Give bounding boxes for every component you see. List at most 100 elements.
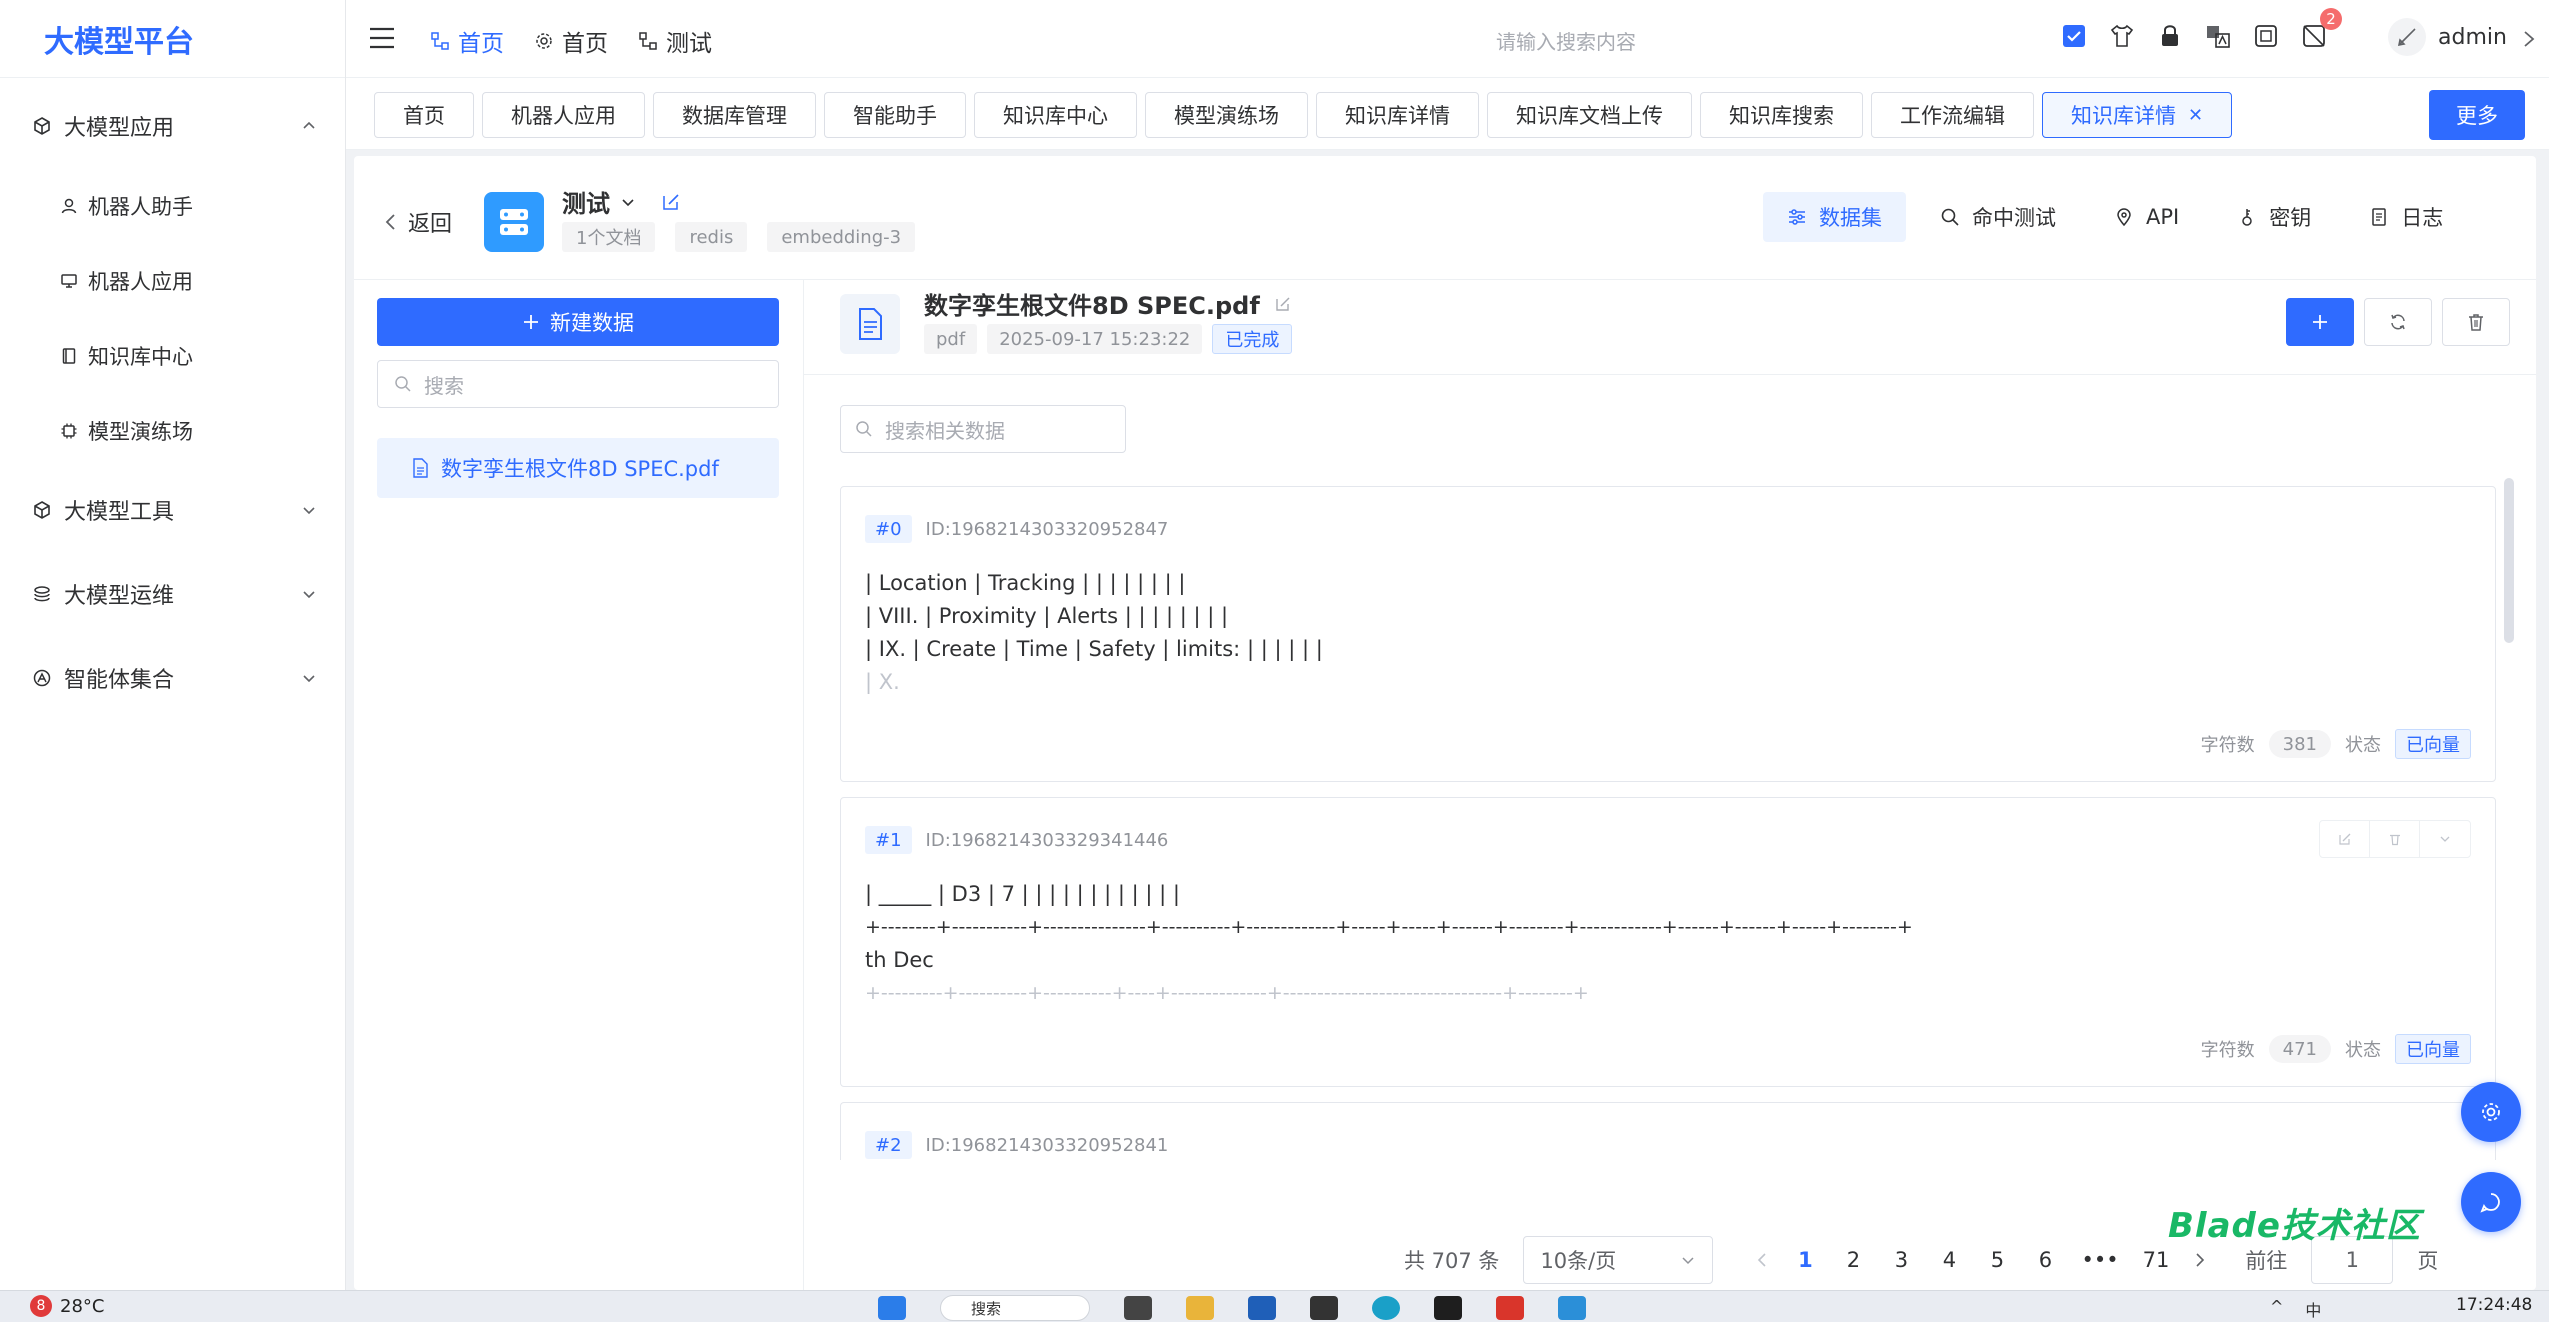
sidebar-item-label: 模型演练场 — [88, 419, 193, 444]
topnav-test[interactable]: 测试 — [638, 24, 712, 58]
chunk-number: #0 — [865, 515, 912, 543]
wps-icon[interactable] — [1496, 1296, 1524, 1320]
page-number[interactable]: 4 — [1937, 1248, 1961, 1272]
page-number[interactable]: 3 — [1889, 1248, 1913, 1272]
topnav-home-1[interactable]: 首页 — [430, 24, 504, 58]
menu-group-label: 大模型运维 — [64, 584, 175, 609]
global-search-input[interactable]: 请输入搜索内容 — [1496, 26, 1636, 55]
scrollbar[interactable] — [2504, 478, 2514, 643]
tab-tag[interactable]: 首页 — [374, 92, 474, 138]
tab-tag[interactable]: 知识库中心 — [974, 92, 1137, 138]
chunk-card[interactable]: #1 ID:1968214303329341446 | _____ | D3 |… — [840, 797, 2496, 1087]
jump-label: 前往 — [2245, 1249, 2288, 1273]
edit-icon[interactable] — [660, 191, 682, 213]
chevron-up-icon[interactable]: ^ — [2270, 1297, 2283, 1321]
chevron-down-icon[interactable] — [620, 194, 636, 210]
tab-hit-test[interactable]: 命中测试 — [1916, 192, 2080, 242]
weather-widget[interactable]: 8 28°C — [30, 1295, 104, 1317]
input-language[interactable]: 中 — [2305, 1297, 2321, 1321]
doc-icon — [2372, 208, 2386, 226]
hamburger-icon[interactable] — [368, 26, 396, 50]
chunk-search-input[interactable]: 搜索相关数据 — [840, 405, 1126, 453]
menu-group-llm-ops[interactable]: 大模型运维 — [0, 552, 345, 636]
chat-icon — [2480, 1193, 2500, 1213]
app-icon[interactable] — [1310, 1296, 1338, 1320]
tab-tag[interactable]: 知识库详情 — [1316, 92, 1479, 138]
delete-button[interactable] — [2442, 298, 2510, 346]
edit-icon — [2338, 833, 2350, 845]
app-logo[interactable]: 大模型平台 — [0, 0, 345, 78]
tab-tag[interactable]: 智能助手 — [824, 92, 966, 138]
page-number[interactable]: 2 — [1841, 1248, 1865, 1272]
tab-dataset[interactable]: 数据集 — [1763, 192, 1906, 242]
pycharm-icon[interactable] — [1434, 1296, 1462, 1320]
taskview-icon[interactable] — [1124, 1296, 1152, 1320]
page-number[interactable]: 1 — [1793, 1248, 1817, 1272]
edit-chunk-button[interactable] — [2320, 821, 2370, 857]
next-page-icon[interactable] — [2193, 1251, 2207, 1269]
folder-icon[interactable] — [1186, 1296, 1214, 1320]
tab-tag[interactable]: 模型演练场 — [1145, 92, 1308, 138]
page-number[interactable]: 71 — [2143, 1248, 2170, 1272]
tab-api[interactable]: API — [2090, 192, 2203, 242]
taskbar-search[interactable]: 搜索 — [940, 1295, 1090, 1321]
search-icon — [395, 376, 411, 392]
page-size-select[interactable]: 10条/页 — [1523, 1236, 1714, 1284]
tab-tag[interactable]: 工作流编辑 — [1871, 92, 2034, 138]
back-button[interactable]: 返回 — [384, 206, 452, 238]
page-number[interactable]: 5 — [1985, 1248, 2009, 1272]
delete-chunk-button[interactable] — [2370, 821, 2420, 857]
tab-keys[interactable]: 密钥 — [2213, 192, 2335, 242]
chunk-card[interactable]: #0 ID:1968214303320952847 | Location | T… — [840, 486, 2496, 782]
menu-group-llm-apps[interactable]: 大模型应用 — [0, 84, 345, 168]
tags-list: 首页 机器人应用 数据库管理 智能助手 知识库中心 模型演练场 知识库详情 知识库文档上传 知识… — [374, 92, 2233, 138]
tab-tag[interactable]: 知识库文档上传 — [1487, 92, 1692, 138]
doc-title: 数字孪生根文件8D SPEC.pdf — [924, 286, 1292, 321]
file-item[interactable]: 数字孪生根文件8D SPEC.pdf — [377, 438, 779, 498]
doc-type-tag: pdf — [924, 324, 978, 354]
windows-start-icon[interactable] — [878, 1296, 906, 1320]
sidebar-item-kb-center[interactable]: 知识库中心 — [0, 318, 345, 393]
edge-icon[interactable] — [1372, 1296, 1400, 1320]
menu-group-agents[interactable]: 智能体集合 — [0, 636, 345, 720]
page-number[interactable]: 6 — [2033, 1248, 2057, 1272]
tab-tag-label: 知识库中心 — [1003, 104, 1108, 128]
page-number[interactable]: ••• — [2081, 1248, 2118, 1272]
topnav-home-2[interactable]: 首页 — [534, 24, 608, 58]
prev-page-icon[interactable] — [1755, 1251, 1769, 1269]
chat-float-button[interactable] — [2461, 1172, 2521, 1232]
menu-group-llm-tools[interactable]: 大模型工具 — [0, 468, 345, 552]
sidebar-item-model-playground[interactable]: 模型演练场 — [0, 393, 345, 468]
jump-suffix: 页 — [2417, 1249, 2439, 1273]
add-chunk-button[interactable] — [2286, 298, 2354, 346]
sidebar-item-robot-assistant[interactable]: 机器人助手 — [0, 168, 345, 243]
shirt-icon[interactable] — [2108, 22, 2136, 50]
sidebar-item-robot-app[interactable]: 机器人应用 — [0, 243, 345, 318]
expand-chunk-button[interactable] — [2420, 821, 2470, 857]
app-icon[interactable] — [1558, 1296, 1586, 1320]
user-menu[interactable]: admin — [2388, 18, 2507, 56]
edit-icon[interactable] — [1274, 295, 1292, 313]
notification-icon[interactable]: 2 — [2300, 8, 2342, 50]
tab-tag[interactable]: 数据库管理 — [653, 92, 816, 138]
tab-tag[interactable]: 知识库搜索 — [1700, 92, 1863, 138]
store-icon[interactable] — [1248, 1296, 1276, 1320]
new-data-button[interactable]: 新建数据 — [377, 298, 779, 346]
translate-icon[interactable] — [2204, 22, 2232, 50]
checkbox-icon[interactable] — [2060, 22, 2088, 50]
clock[interactable]: 17:24:48 — [2456, 1295, 2532, 1315]
tab-logs[interactable]: 日志 — [2345, 192, 2467, 242]
refresh-button[interactable] — [2364, 298, 2432, 346]
kb-tags: 1个文档 redis embedding-3 — [562, 222, 916, 252]
tab-tag[interactable]: 知识库详情 ✕ — [2042, 92, 2233, 138]
settings-float-button[interactable] — [2461, 1082, 2521, 1142]
more-button[interactable]: 更多 — [2429, 90, 2525, 140]
fullscreen-icon[interactable] — [2252, 22, 2280, 50]
tab-tag[interactable]: 机器人应用 — [482, 92, 645, 138]
file-search-input[interactable]: 搜索 — [377, 360, 779, 408]
chevron-right-icon[interactable] — [2523, 30, 2535, 48]
chunk-header: #0 ID:1968214303320952847 — [865, 515, 1168, 543]
chunk-card[interactable]: #2 ID:1968214303320952841 — [840, 1102, 2496, 1160]
close-icon[interactable]: ✕ — [2188, 105, 2203, 126]
lock-icon[interactable] — [2156, 22, 2184, 50]
